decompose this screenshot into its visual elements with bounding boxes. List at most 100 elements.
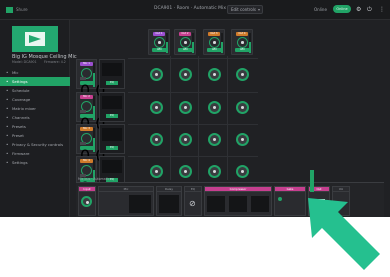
output-gain-knob[interactable]: [209, 37, 220, 48]
section-header: Input: [79, 187, 95, 192]
crosspoint-knob[interactable]: [208, 165, 221, 178]
mute-button[interactable]: [80, 77, 86, 80]
level-meter: [221, 33, 223, 53]
chevron-down-icon: ▾: [257, 7, 260, 12]
eq-display: [102, 128, 122, 141]
mic-icon: •: [6, 70, 9, 75]
matrix-mixer: Out 1 AEC Out 2 AEC Out 3 AEC Out 4 AEC …: [70, 20, 390, 217]
gear-icon[interactable]: ⚙: [356, 6, 361, 13]
sidebar-item-coverage[interactable]: • Coverage: [0, 95, 70, 104]
device-logo-icon: [25, 32, 45, 46]
panel-title: Mix bus · Automatic: [78, 177, 110, 181]
mute-button[interactable]: [80, 110, 86, 113]
sidebar-item-firmware[interactable]: • Firmware: [0, 149, 70, 158]
more-icon[interactable]: ⋮: [379, 6, 385, 13]
channels-icon: •: [6, 115, 9, 120]
status-toggle[interactable]: Online: [333, 5, 351, 13]
eq-button[interactable]: EQ: [106, 146, 118, 150]
input-fader-value[interactable]: 0.0: [80, 146, 105, 165]
crosspoint-knob[interactable]: [236, 101, 249, 114]
edit-dropdown[interactable]: Edit controls ▾: [227, 5, 263, 14]
pointer-arrow-icon: [308, 198, 380, 270]
gear-icon: •: [6, 160, 9, 165]
sidebar-item-schedule[interactable]: • Schedule: [0, 86, 70, 95]
section-compressor[interactable]: Compressor: [204, 186, 272, 216]
level-meter: [93, 128, 95, 152]
input-eq-panel-2[interactable]: EQ: [99, 92, 125, 122]
sidebar-item-privacy[interactable]: • Privacy & Security controls: [0, 140, 70, 149]
crosspoint-knob[interactable]: [208, 133, 221, 146]
output-channel-2[interactable]: Out 2 AEC: [174, 29, 196, 55]
crosspoint-knob[interactable]: [150, 101, 163, 114]
app-logo-icon: [6, 7, 13, 13]
section-header: Delay: [157, 187, 181, 192]
download-icon: •: [6, 151, 9, 156]
crosspoint-knob[interactable]: [179, 165, 192, 178]
grid-icon: •: [6, 106, 9, 111]
eq-button[interactable]: EQ: [106, 114, 118, 118]
input-fader-value[interactable]: 0.0: [80, 81, 105, 100]
input-fader-value[interactable]: 0.0: [80, 114, 105, 133]
section-input[interactable]: Input: [78, 186, 96, 216]
window-title: DCA901 · Room · Automatic Mix: [154, 6, 226, 11]
sidebar-item-preset[interactable]: • Preset: [0, 131, 70, 140]
output-channel-3[interactable]: Out 3 AEC: [203, 29, 225, 55]
crosspoint-knob[interactable]: [236, 68, 249, 81]
sidebar-item-general[interactable]: • Settings: [0, 158, 70, 167]
crosspoint-knob[interactable]: [208, 101, 221, 114]
mute-button[interactable]: [80, 142, 86, 145]
power-icon[interactable]: ⏻: [367, 6, 372, 13]
output-channel-1[interactable]: Out 1 AEC: [148, 29, 170, 55]
output-button[interactable]: AEC: [235, 48, 250, 52]
input-channel-1[interactable]: Mic 1 0.0: [76, 59, 105, 100]
level-meter: [166, 33, 168, 53]
bypass-icon[interactable]: ⊘: [189, 199, 196, 208]
crosspoint-knob[interactable]: [236, 165, 249, 178]
crosspoint-knob[interactable]: [179, 133, 192, 146]
section-delay[interactable]: Delay: [156, 186, 182, 216]
crosspoint-knob[interactable]: [150, 165, 163, 178]
crosspoint-knob[interactable]: [179, 101, 192, 114]
output-gain-knob[interactable]: [180, 37, 191, 48]
output-gain-knob[interactable]: [237, 37, 248, 48]
output-button[interactable]: AEC: [207, 48, 222, 52]
section-header: Mic: [99, 187, 153, 192]
input-channel-3[interactable]: Mic 3 0.0: [76, 124, 105, 165]
crosspoint-knob[interactable]: [236, 133, 249, 146]
sidebar-item-matrix[interactable]: • Matrix mixer: [0, 104, 70, 113]
output-button[interactable]: AEC: [152, 48, 167, 52]
gate-indicator: [278, 197, 282, 201]
section-mic[interactable]: Mic: [98, 186, 154, 216]
section-eq[interactable]: EQ ⊘: [184, 186, 202, 216]
sidebar-item-channels[interactable]: • Channels: [0, 113, 70, 122]
device-image: [12, 26, 58, 52]
crosspoint-knob[interactable]: [150, 133, 163, 146]
eq-display: [102, 160, 122, 173]
clock-icon: •: [6, 88, 9, 93]
output-button[interactable]: AEC: [178, 48, 193, 52]
sidebar-item-presets[interactable]: • Presets: [0, 122, 70, 131]
crosspoint-knob[interactable]: [150, 68, 163, 81]
crosspoint-knob[interactable]: [179, 68, 192, 81]
sidebar-item-settings[interactable]: • Settings: [0, 77, 70, 86]
output-channel-4[interactable]: Out 4 AEC: [231, 29, 253, 55]
input-channel-2[interactable]: Mic 2 0.0: [76, 92, 105, 133]
level-meter: [192, 33, 194, 53]
mic-pattern-display: [129, 195, 151, 213]
coverage-icon: •: [6, 97, 9, 102]
input-eq-panel-1[interactable]: EQ: [99, 59, 125, 89]
input-tag: Mic 4: [80, 159, 93, 163]
eq-button[interactable]: EQ: [106, 81, 118, 85]
output-tag: Out 4: [236, 32, 248, 36]
sidebar-item-mic[interactable]: • Mic: [0, 68, 70, 77]
device-firmware: Firmware: 4.2: [44, 60, 66, 64]
input-knob[interactable]: [81, 196, 92, 207]
input-tag: Mic 2: [80, 95, 93, 99]
crosspoint-knob[interactable]: [208, 68, 221, 81]
output-gain-knob[interactable]: [154, 37, 165, 48]
input-eq-panel-3[interactable]: EQ: [99, 124, 125, 154]
compressor-display-2: [229, 196, 247, 212]
volume-meter: [310, 170, 314, 192]
app-name: Shure: [16, 7, 28, 12]
title-bar: Shure DCA901 · Room · Automatic Mix Edit…: [0, 0, 390, 20]
